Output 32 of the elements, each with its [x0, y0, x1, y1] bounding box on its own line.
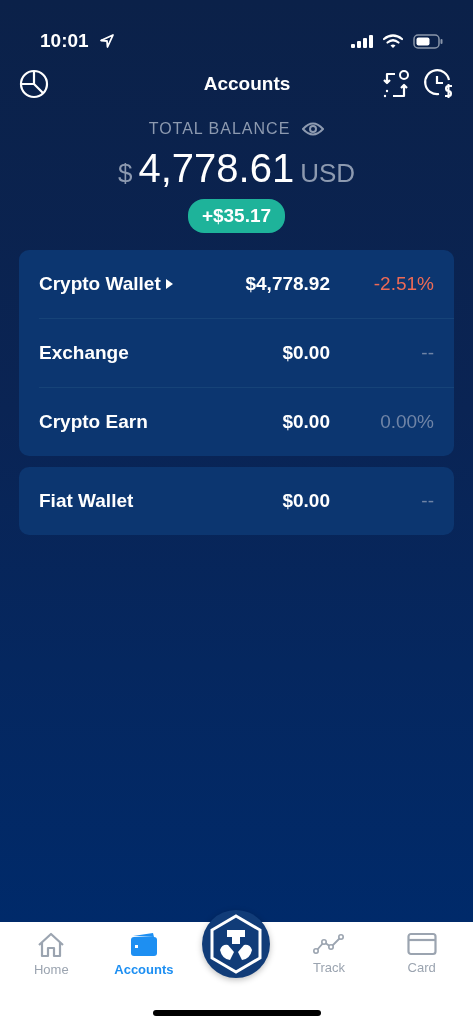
- account-name[interactable]: Exchange: [39, 342, 129, 364]
- total-balance-label: TOTAL BALANCE: [148, 120, 291, 138]
- account-name[interactable]: Fiat Wallet: [39, 490, 134, 512]
- signal-icon: [351, 34, 373, 48]
- balance-change-badge: +$35.17: [187, 199, 286, 233]
- currency-symbol: $: [117, 158, 133, 189]
- account-name[interactable]: Crypto Wallet: [39, 273, 161, 295]
- page-title: Accounts: [203, 73, 291, 95]
- currency-code: USD: [300, 158, 356, 189]
- balance-amount: 4,778.61: [138, 146, 295, 191]
- line-graph-icon: [313, 932, 346, 956]
- location-arrow-icon: [98, 33, 115, 49]
- caret-icon[interactable]: [165, 279, 173, 289]
- account-change: 0.00%: [379, 411, 434, 433]
- account-name[interactable]: Crypto Earn: [39, 411, 148, 433]
- account-value: $4,778.92: [244, 273, 330, 295]
- account-value: $0.00: [281, 490, 330, 512]
- wallet-icon: [129, 932, 158, 958]
- house-icon: [37, 932, 66, 958]
- logo-button[interactable]: [202, 910, 271, 978]
- eye-icon[interactable]: [302, 121, 325, 137]
- account-value: $0.00: [281, 411, 330, 433]
- account-change: --: [420, 490, 434, 512]
- pie-chart-icon[interactable]: [19, 69, 49, 99]
- account-value: $0.00: [281, 342, 330, 364]
- battery-icon: [413, 33, 443, 49]
- account-change: --: [420, 342, 434, 364]
- card-icon: [406, 932, 437, 956]
- wifi-icon: [383, 33, 403, 49]
- clock-dollar-icon[interactable]: [423, 68, 455, 100]
- status-time: 10:01: [40, 30, 89, 52]
- account-change: -2.51%: [372, 273, 434, 295]
